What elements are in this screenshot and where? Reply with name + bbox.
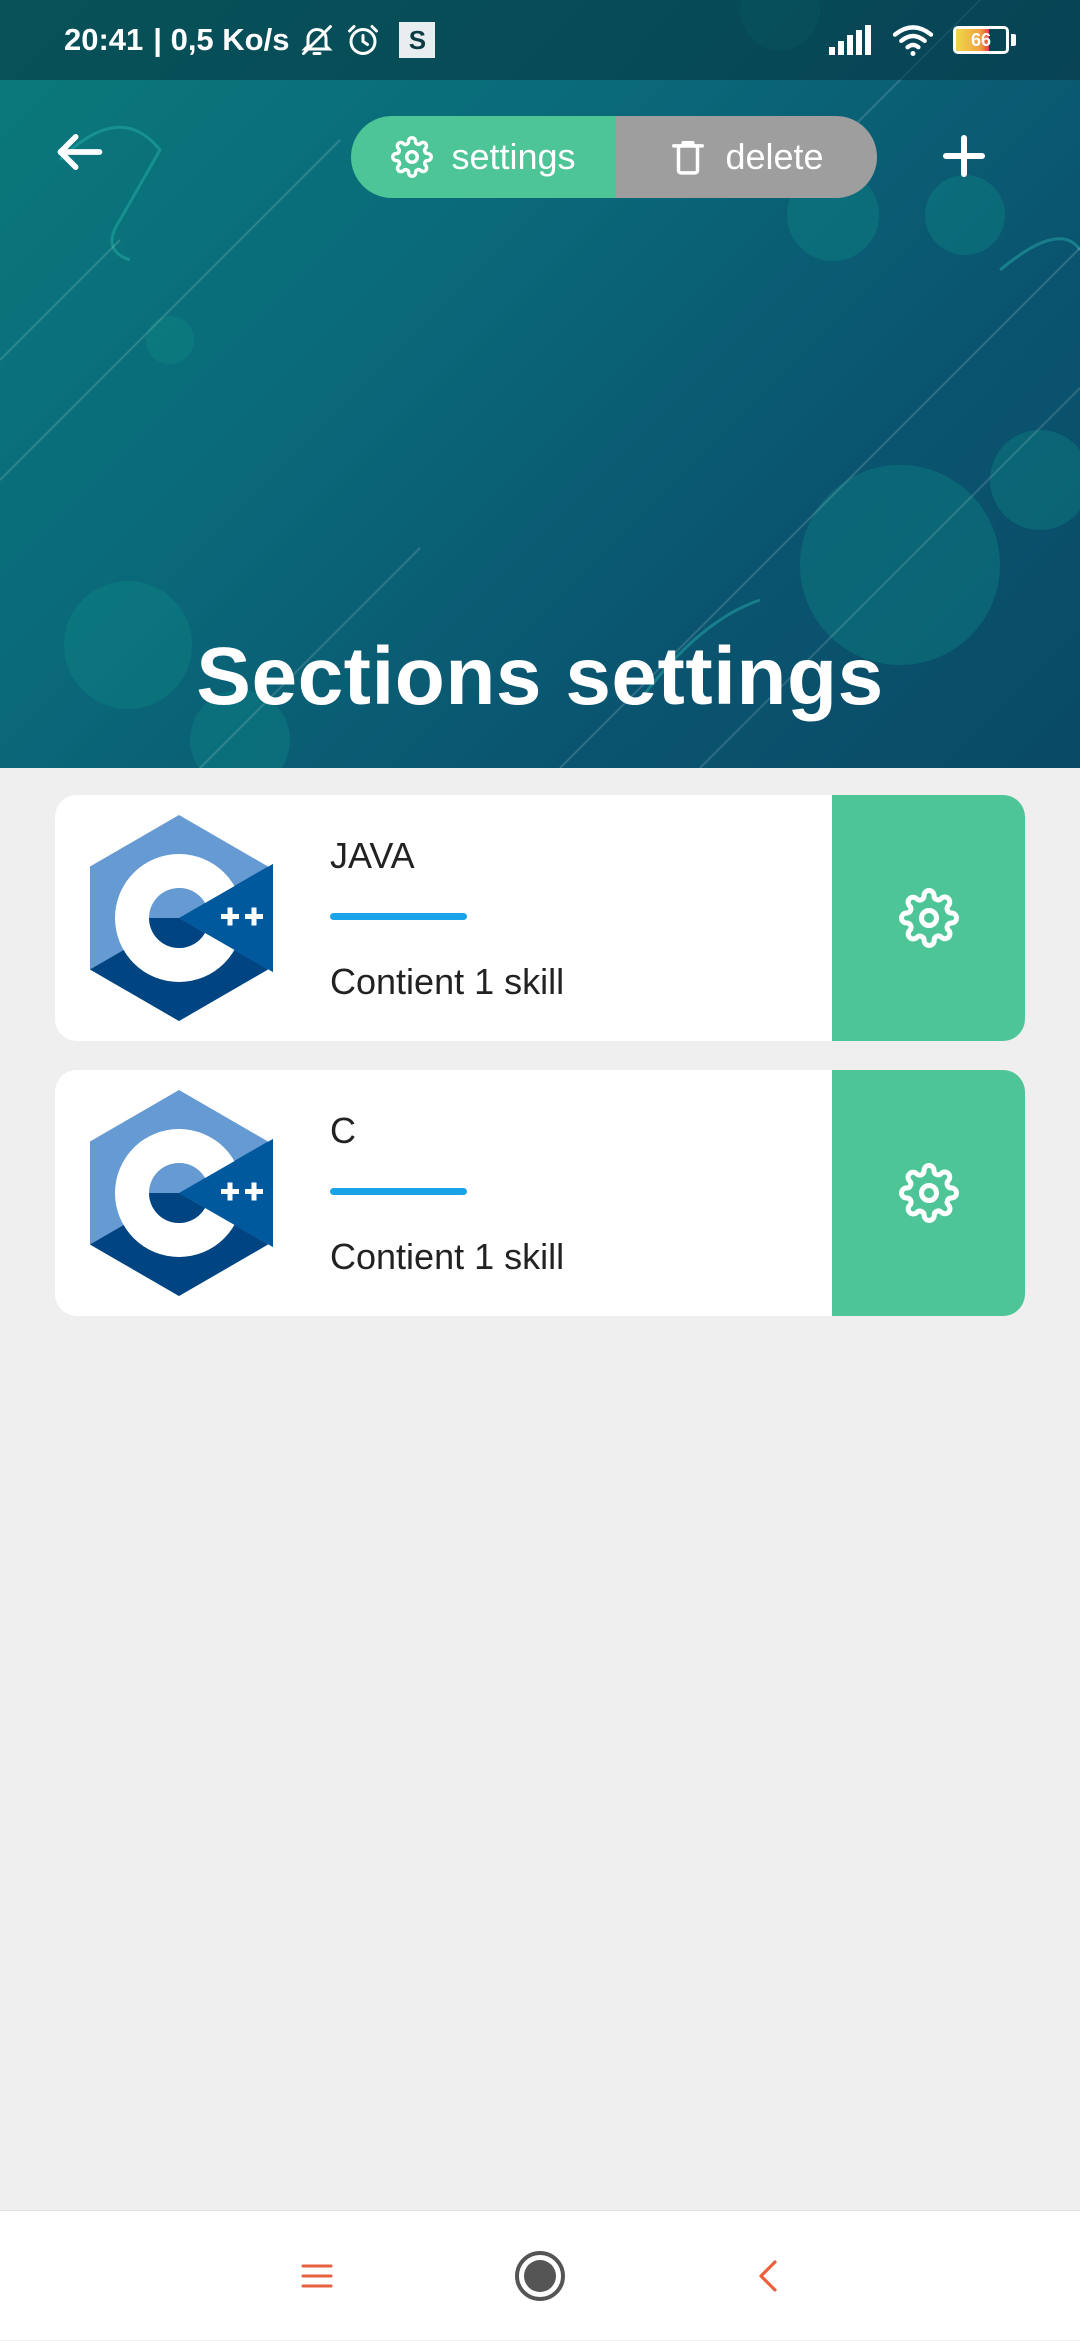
section-subtitle: Contient 1 skill [330,961,565,1002]
section-settings-button[interactable] [832,1070,1025,1316]
status-left: 20:41 | 0,5 Ko/s S [64,0,436,80]
delete-tab-label: delete [725,136,824,177]
section-subtitle: Contient 1 skill [330,1236,565,1277]
nav-home-button[interactable] [480,2211,600,2341]
section-divider [330,913,467,920]
battery-level: 66 [970,29,992,50]
section-card[interactable]: C Contient 1 skill [55,1070,1025,1316]
gear-icon [898,888,959,948]
status-time: 20:41 [64,22,144,57]
battery-tip [1011,34,1016,46]
menu-icon [301,2264,333,2288]
system-nav-bar [0,2210,1080,2340]
status-right: 66 [829,0,1016,80]
alarm-icon [345,22,381,58]
settings-tab-button[interactable]: settings [351,116,616,198]
header: 20:41 | 0,5 Ko/s S 66 settings delete Se… [0,0,1080,768]
status-bar: 20:41 | 0,5 Ko/s S 66 [0,0,1080,80]
nav-menu-button[interactable] [257,2211,377,2341]
section-title: JAVA [330,835,415,876]
trash-icon [672,141,705,175]
back-chevron-icon [759,2260,777,2292]
section-card[interactable]: JAVA Contient 1 skill [55,795,1025,1041]
gear-icon [898,1163,959,1223]
arrow-left-icon [57,134,103,170]
section-settings-button[interactable] [832,795,1025,1041]
back-button[interactable] [44,116,116,188]
home-icon [515,2251,565,2301]
battery-icon: 66 [953,26,1009,54]
section-title: C [330,1110,356,1151]
network-speed: | 0,5 Ko/s [153,22,290,57]
gear-icon [391,136,434,178]
signal-icon [829,25,873,55]
plus-icon [943,135,985,177]
nav-back-button[interactable] [708,2211,828,2341]
app-notification-badge: S [399,22,436,58]
section-divider [330,1188,467,1195]
mode-toggle: settings delete [351,116,877,198]
delete-tab-button[interactable]: delete [616,116,877,198]
settings-tab-label: settings [451,136,576,177]
wifi-icon [891,22,935,58]
cpp-logo [90,1090,273,1296]
add-section-button[interactable] [928,120,1000,192]
cpp-logo [90,815,273,1021]
page-title: Sections settings [196,631,884,722]
section-list: JAVA Contient 1 skill C Contient 1 skill [55,795,1025,1345]
muted-bell-icon [299,22,335,58]
